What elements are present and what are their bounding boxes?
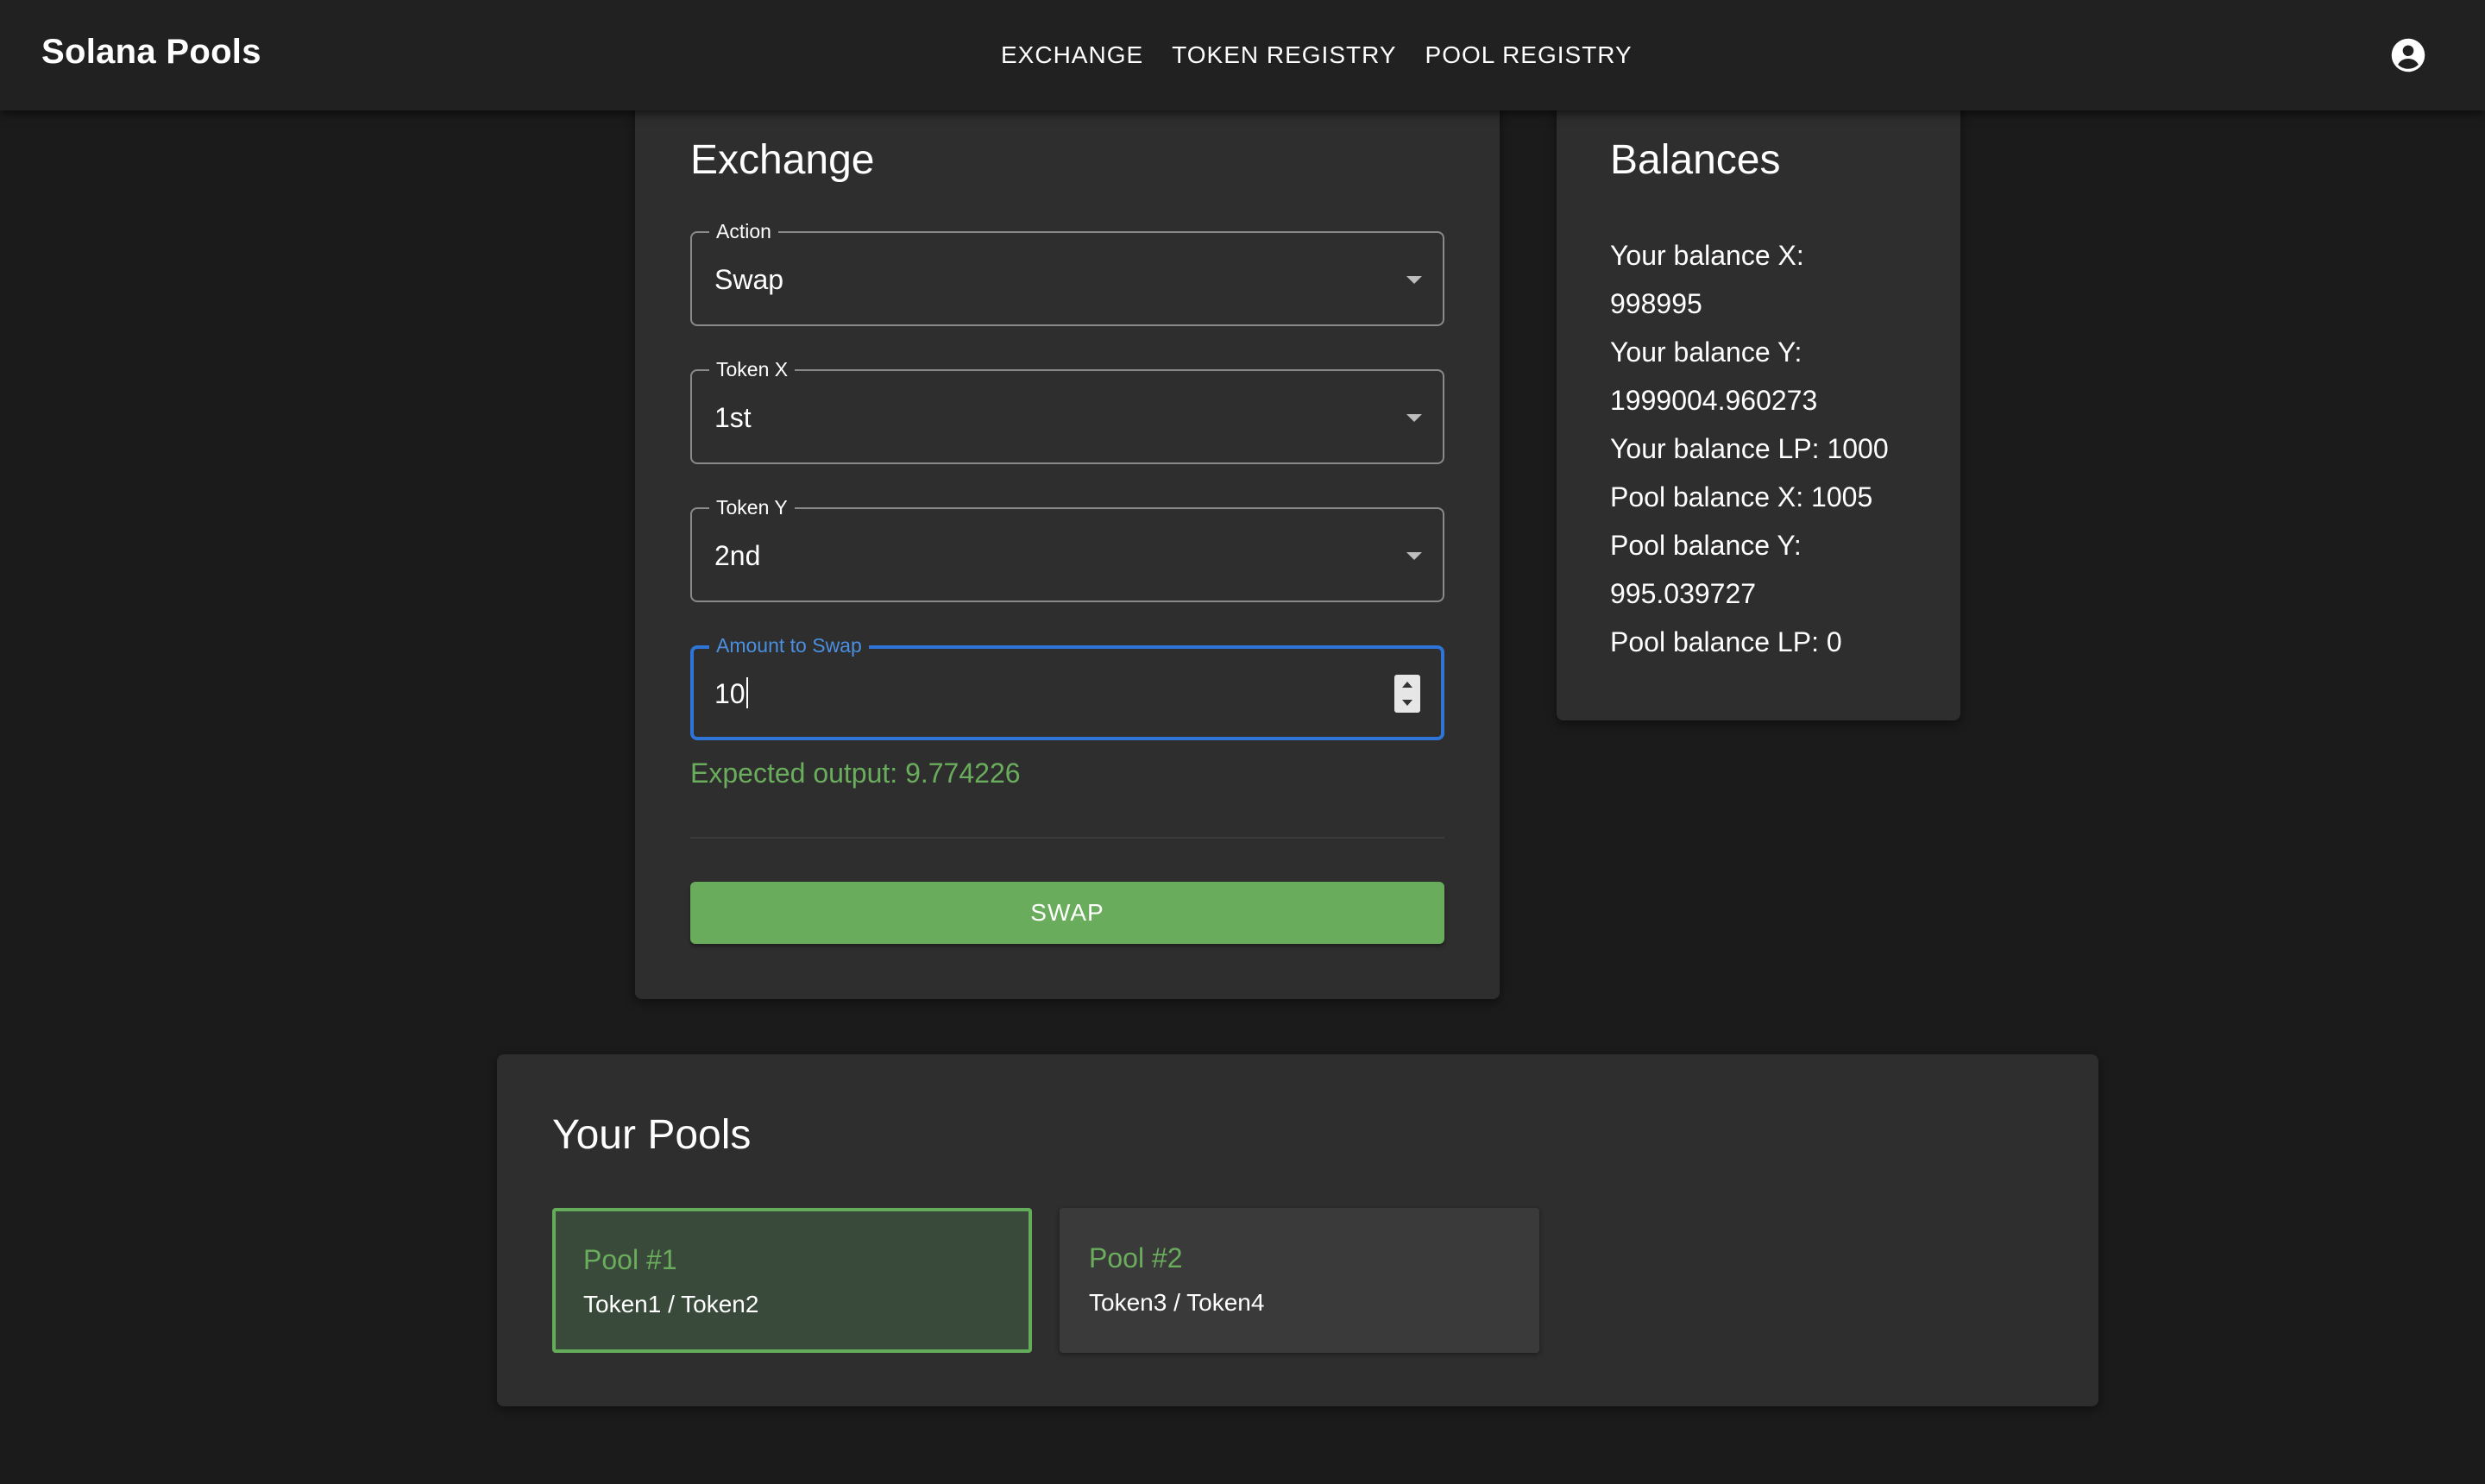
- token-x-label: Token X: [709, 358, 796, 380]
- balances-title: Balances: [1610, 137, 1781, 183]
- caret-down-icon[interactable]: [1406, 276, 1422, 284]
- nav-pool-registry[interactable]: POOL REGISTRY: [1425, 40, 1633, 71]
- amount-text: 10: [714, 678, 746, 709]
- balances-card: Balances Your balance X: 998995 Your bal…: [1557, 93, 1960, 720]
- balance-line: 995.039727: [1610, 578, 1757, 609]
- balance-line: Pool balance Y:: [1610, 530, 1802, 561]
- pool-token-pair: Token1 / Token2: [583, 1291, 759, 1317]
- balance-line: 998995: [1610, 288, 1702, 319]
- nav-exchange[interactable]: EXCHANGE: [1001, 40, 1143, 71]
- action-value: Swap: [714, 264, 784, 295]
- token-x-value: 1st: [714, 402, 752, 433]
- your-pools-title: Your Pools: [552, 1112, 752, 1158]
- pool-token-pair: Token3 / Token4: [1089, 1289, 1265, 1316]
- expected-output: Expected output: 9.774226: [690, 758, 1021, 789]
- pool-card-2[interactable]: Pool #2 Token3 / Token4: [1060, 1208, 1539, 1353]
- account-circle-icon[interactable]: [2390, 37, 2426, 73]
- nav-token-registry[interactable]: TOKEN REGISTRY: [1172, 40, 1396, 71]
- balance-list: Your balance X: 998995 Your balance Y: 1…: [1610, 231, 1938, 666]
- caret-down-icon[interactable]: [1406, 552, 1422, 560]
- balance-line: 1999004.960273: [1610, 385, 1818, 416]
- app-bar: Solana Pools EXCHANGE TOKEN REGISTRY POO…: [0, 0, 2485, 110]
- token-x-select[interactable]: Token X 1st: [690, 358, 1444, 464]
- balance-line: Pool balance LP: 0: [1610, 626, 1842, 657]
- amount-label: Amount to Swap: [709, 634, 869, 657]
- text-cursor: [746, 677, 748, 708]
- number-stepper[interactable]: [1394, 675, 1420, 713]
- balance-line: Your balance LP: 1000: [1610, 433, 1889, 464]
- stepper-up-icon[interactable]: [1402, 682, 1412, 688]
- amount-value[interactable]: 10: [714, 676, 748, 711]
- pool-name: Pool #2: [1089, 1242, 1183, 1273]
- pool-name: Pool #1: [583, 1244, 677, 1275]
- main-nav: EXCHANGE TOKEN REGISTRY POOL REGISTRY: [1001, 40, 1633, 71]
- stepper-down-icon[interactable]: [1402, 700, 1412, 706]
- action-label: Action: [709, 220, 778, 242]
- exchange-card: Exchange Action Swap Token X 1st Token Y…: [635, 93, 1500, 999]
- token-y-value: 2nd: [714, 540, 761, 571]
- token-y-select[interactable]: Token Y 2nd: [690, 496, 1444, 602]
- swap-button[interactable]: SWAP: [690, 882, 1444, 944]
- exchange-title: Exchange: [690, 137, 875, 183]
- action-select[interactable]: Action Swap: [690, 220, 1444, 326]
- caret-down-icon[interactable]: [1406, 414, 1422, 422]
- app-title[interactable]: Solana Pools: [41, 33, 261, 72]
- balance-line: Your balance Y:: [1610, 336, 1802, 368]
- pool-card-1[interactable]: Pool #1 Token1 / Token2: [552, 1208, 1032, 1353]
- balance-line: Your balance X:: [1610, 240, 1804, 271]
- divider: [690, 837, 1444, 839]
- amount-input[interactable]: Amount to Swap 10: [690, 634, 1444, 740]
- token-y-label: Token Y: [709, 496, 795, 519]
- balance-line: Pool balance X: 1005: [1610, 481, 1873, 512]
